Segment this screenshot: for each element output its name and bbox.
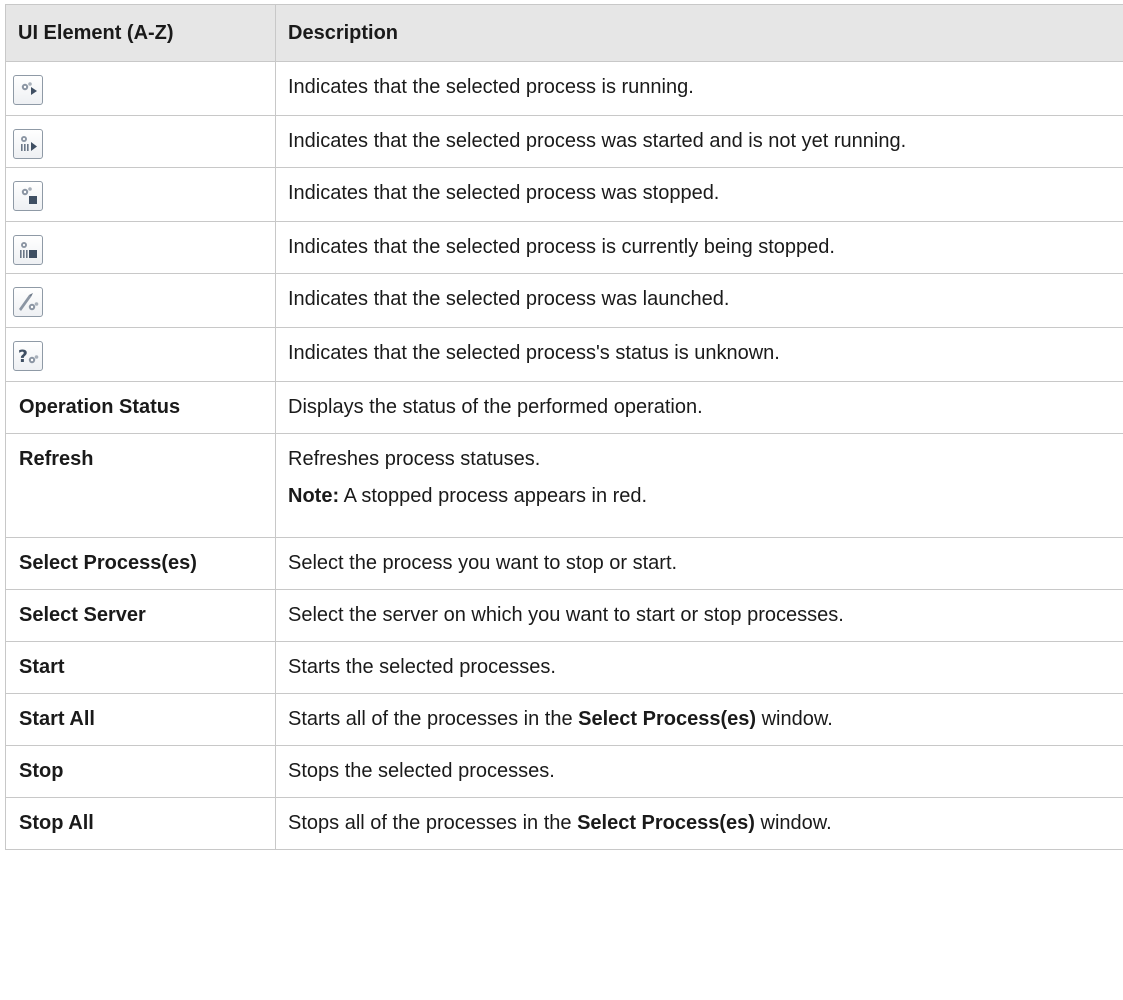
table-row: Refresh Refreshes process statuses. Note… — [5, 433, 1123, 538]
process-starting-icon — [13, 129, 43, 159]
process-stopped-icon — [13, 181, 43, 211]
operation-status-label: Operation Status — [19, 396, 181, 418]
description-cell: Select the process you want to stop or s… — [275, 537, 1123, 590]
description-cell: Indicates that the selected process is c… — [275, 221, 1123, 274]
process-launched-icon — [13, 287, 43, 317]
select-processes-label: Select Process(es) — [19, 552, 197, 574]
description-cell: Starts all of the processes in the Selec… — [275, 693, 1123, 746]
stop-label: Stop — [19, 760, 64, 782]
icon-cell — [5, 273, 276, 328]
note-line: Note: A stopped process appears in red. — [288, 471, 1123, 508]
table-row: Indicates that the selected process was … — [5, 115, 1123, 168]
select-server-label: Select Server — [19, 604, 146, 626]
header-ui-element: UI Element (A-Z) — [5, 4, 276, 62]
description-cell: Indicates that the selected process was … — [275, 167, 1123, 222]
start-label: Start — [19, 656, 65, 678]
header-description: Description — [275, 4, 1123, 62]
table-row: Stop Stops the selected processes. — [5, 745, 1123, 798]
description-cell: Stops the selected processes. — [275, 745, 1123, 798]
table-row: Indicates that the selected process is c… — [5, 221, 1123, 274]
element-cell: Select Process(es) — [5, 537, 276, 590]
description-cell: Indicates that the selected process's st… — [275, 327, 1123, 382]
description-cell: Indicates that the selected process was … — [275, 273, 1123, 328]
element-cell: Select Server — [5, 589, 276, 642]
refresh-label: Refresh — [19, 448, 94, 470]
process-unknown-icon: ? — [13, 341, 43, 371]
icon-cell — [5, 221, 276, 274]
element-cell: Start All — [5, 693, 276, 746]
description-cell: Stops all of the processes in the Select… — [275, 797, 1123, 850]
process-running-icon — [13, 75, 43, 105]
stop-all-label: Stop All — [19, 812, 94, 834]
icon-cell — [5, 167, 276, 222]
element-cell: Stop — [5, 745, 276, 798]
description-cell: Select the server on which you want to s… — [275, 589, 1123, 642]
note-label: Note: — [288, 485, 340, 507]
table-row: Start All Starts all of the processes in… — [5, 693, 1123, 746]
icon-cell: ? — [5, 327, 276, 382]
description-cell: Refreshes process statuses. Note: A stop… — [275, 433, 1123, 538]
description-cell: Indicates that the selected process is r… — [275, 61, 1123, 116]
icon-cell — [5, 115, 276, 168]
element-cell: Operation Status — [5, 381, 276, 434]
description-cell: Starts the selected processes. — [275, 641, 1123, 694]
note-text: A stopped process appears in red. — [339, 485, 648, 507]
table-row: ? Indicates that the selected process's … — [5, 327, 1123, 382]
description-cell: Displays the status of the performed ope… — [275, 381, 1123, 434]
element-cell: Stop All — [5, 797, 276, 850]
description-cell: Indicates that the selected process was … — [275, 115, 1123, 168]
table-row: Start Starts the selected processes. — [5, 641, 1123, 694]
start-all-label: Start All — [19, 708, 95, 730]
process-stopping-icon — [13, 235, 43, 265]
element-cell: Refresh — [5, 433, 276, 538]
table-row: Operation Status Displays the status of … — [5, 381, 1123, 434]
svg-text:?: ? — [18, 347, 28, 367]
ui-elements-table: UI Element (A-Z) Description Indicates t… — [5, 4, 1123, 850]
table-row: Indicates that the selected process was … — [5, 273, 1123, 328]
table-row: Select Process(es) Select the process yo… — [5, 537, 1123, 590]
table-row: Select Server Select the server on which… — [5, 589, 1123, 642]
icon-cell — [5, 61, 276, 116]
table-row: Indicates that the selected process is r… — [5, 61, 1123, 116]
table-header-row: UI Element (A-Z) Description — [5, 4, 1123, 62]
element-cell: Start — [5, 641, 276, 694]
table-row: Stop All Stops all of the processes in t… — [5, 797, 1123, 850]
table-row: Indicates that the selected process was … — [5, 167, 1123, 222]
